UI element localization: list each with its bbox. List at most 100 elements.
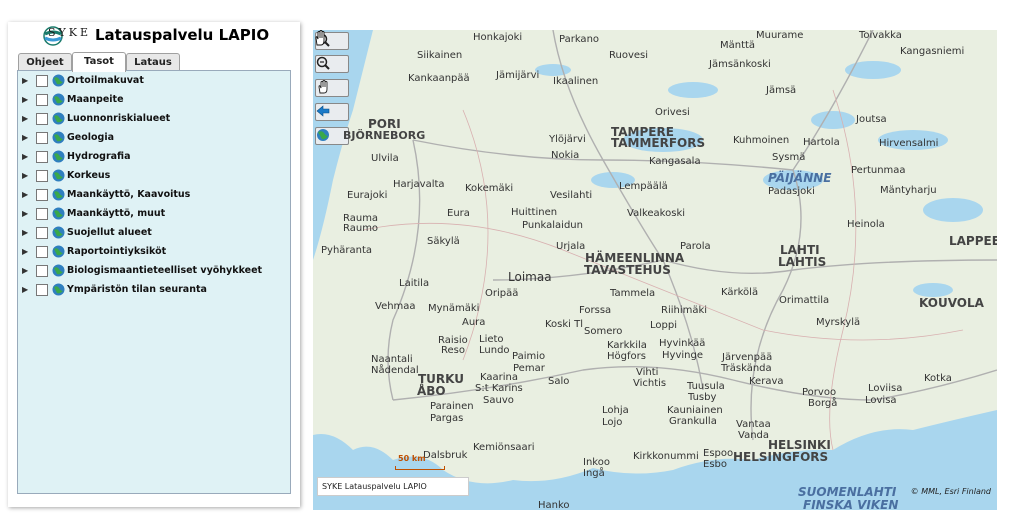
map-view[interactable]: Honkajoki Parkano Mänttä Muurame Toivakk…	[313, 30, 997, 510]
place-label: Inkoo	[583, 457, 610, 468]
layer-item[interactable]: ▶ Ortoilmakuvat	[22, 73, 290, 91]
back-button[interactable]	[315, 103, 349, 121]
globe-icon	[52, 131, 65, 144]
tab-lataus[interactable]: Lataus	[126, 53, 180, 71]
place-label: Kangasala	[649, 156, 701, 167]
place-label: Lohja	[602, 405, 629, 416]
layer-item[interactable]: ▶ Ympäristön tilan seuranta	[22, 282, 290, 300]
place-label: Huittinen	[511, 207, 558, 218]
place-label: Salo	[548, 376, 570, 387]
place-label: Kokemäki	[465, 183, 514, 194]
expand-arrow-icon[interactable]: ▶	[22, 285, 28, 294]
place-label: Ulvila	[371, 153, 399, 164]
layer-item[interactable]: ▶ Suojellut alueet	[22, 225, 290, 243]
place-label: Säkylä	[427, 236, 460, 247]
place-label: Hanko	[538, 500, 570, 510]
layer-tree: ▶ Ortoilmakuvat ▶ Maanpeite ▶ Luonnonris…	[17, 70, 291, 494]
left-panel: SYKE Latauspalvelu LAPIO Ohjeet Tasot La…	[8, 22, 300, 507]
expand-arrow-icon[interactable]: ▶	[22, 133, 28, 142]
expand-arrow-icon[interactable]: ▶	[22, 152, 28, 161]
layer-checkbox[interactable]	[36, 75, 48, 87]
place-label: Oripää	[485, 288, 519, 299]
globe-icon	[52, 74, 65, 87]
tab-tasot[interactable]: Tasot	[72, 52, 126, 72]
tab-ohjeet[interactable]: Ohjeet	[18, 53, 72, 71]
layer-checkbox[interactable]	[36, 246, 48, 258]
layer-label: Maankäyttö, Kaavoitus	[67, 189, 191, 200]
expand-arrow-icon[interactable]: ▶	[22, 228, 28, 237]
layer-item[interactable]: ▶ Maankäyttö, muut	[22, 206, 290, 224]
expand-arrow-icon[interactable]: ▶	[22, 171, 28, 180]
place-label: Joutsa	[856, 114, 887, 125]
expand-arrow-icon[interactable]: ▶	[22, 114, 28, 123]
place-label: Naantali	[371, 354, 413, 365]
layer-checkbox[interactable]	[36, 113, 48, 125]
layer-item[interactable]: ▶ Biologismaantieteelliset vyöhykkeet	[22, 263, 290, 281]
place-label: Raumo	[343, 223, 379, 234]
layer-checkbox[interactable]	[36, 265, 48, 277]
layer-label: Hydrografia	[67, 151, 131, 162]
place-label: Forssa	[579, 305, 612, 316]
place-label: Honkajoki	[473, 32, 523, 43]
zoom-out-button[interactable]	[315, 55, 349, 73]
place-label: Parkano	[559, 34, 600, 45]
place-label: Lieto	[479, 334, 504, 345]
place-label: Toivakka	[859, 30, 902, 41]
layer-item[interactable]: ▶ Maankäyttö, Kaavoitus	[22, 187, 290, 205]
place-label: Heinola	[847, 219, 885, 230]
layer-checkbox[interactable]	[36, 189, 48, 201]
globe-icon	[52, 112, 65, 125]
place-label: Nådendal	[371, 365, 419, 376]
pan-button[interactable]	[315, 79, 349, 97]
expand-arrow-icon[interactable]: ▶	[22, 266, 28, 275]
place-label: Sysmä	[772, 152, 806, 163]
layer-item[interactable]: ▶ Luonnonriskialueet	[22, 111, 290, 129]
layer-checkbox[interactable]	[36, 132, 48, 144]
layer-label: Korkeus	[67, 170, 111, 181]
expand-arrow-icon[interactable]: ▶	[22, 190, 28, 199]
layer-item[interactable]: ▶ Hydrografia	[22, 149, 290, 167]
place-label: Kärkölä	[721, 287, 759, 298]
place-label: Lovisa	[865, 395, 897, 406]
layer-checkbox[interactable]	[36, 170, 48, 182]
place-label: Muurame	[756, 30, 804, 41]
place-label: Jämsänkoski	[709, 59, 771, 70]
full-extent-globe-icon	[317, 129, 329, 141]
globe-icon	[52, 93, 65, 106]
layer-checkbox[interactable]	[36, 227, 48, 239]
place-label: Tammela	[610, 288, 656, 299]
place-label: Borgå	[808, 398, 838, 409]
expand-arrow-icon[interactable]: ▶	[22, 247, 28, 256]
layer-checkbox[interactable]	[36, 208, 48, 220]
globe-icon	[52, 207, 65, 220]
place-label: Järvenpää	[722, 352, 773, 363]
layer-checkbox[interactable]	[36, 94, 48, 106]
layer-item[interactable]: ▶ Maanpeite	[22, 92, 290, 110]
layer-checkbox[interactable]	[36, 284, 48, 296]
place-label: Lempäälä	[619, 181, 668, 192]
place-label: TAVASTEHUS	[584, 263, 671, 277]
place-label: Hyvinkää	[659, 338, 706, 349]
place-label: Reso	[441, 345, 465, 356]
place-label: Hartola	[803, 137, 840, 148]
expand-arrow-icon[interactable]: ▶	[22, 76, 28, 85]
place-label: Vanda	[738, 430, 770, 441]
expand-arrow-icon[interactable]: ▶	[22, 95, 28, 104]
place-label: Jämsä	[766, 85, 797, 96]
layer-item[interactable]: ▶ Raportointiyksiköt	[22, 244, 290, 262]
copyright-text: © MML, Esri Finland	[910, 487, 991, 496]
hand-cursor-icon	[315, 30, 325, 46]
place-label: Lundo	[479, 345, 510, 356]
layer-checkbox[interactable]	[36, 151, 48, 163]
place-label: KOUVOLA	[919, 296, 984, 310]
place-label: Kankaanpää	[408, 73, 470, 84]
place-label: Harjavalta	[393, 179, 445, 190]
place-label: Pargas	[430, 413, 464, 424]
layer-item[interactable]: ▶ Geologia	[22, 130, 290, 148]
layer-item[interactable]: ▶ Korkeus	[22, 168, 290, 186]
expand-arrow-icon[interactable]: ▶	[22, 209, 28, 218]
place-label: Kerava	[749, 376, 784, 387]
globe-icon	[52, 245, 65, 258]
place-label: Paimio	[512, 351, 546, 362]
place-label: Ingå	[583, 468, 605, 479]
